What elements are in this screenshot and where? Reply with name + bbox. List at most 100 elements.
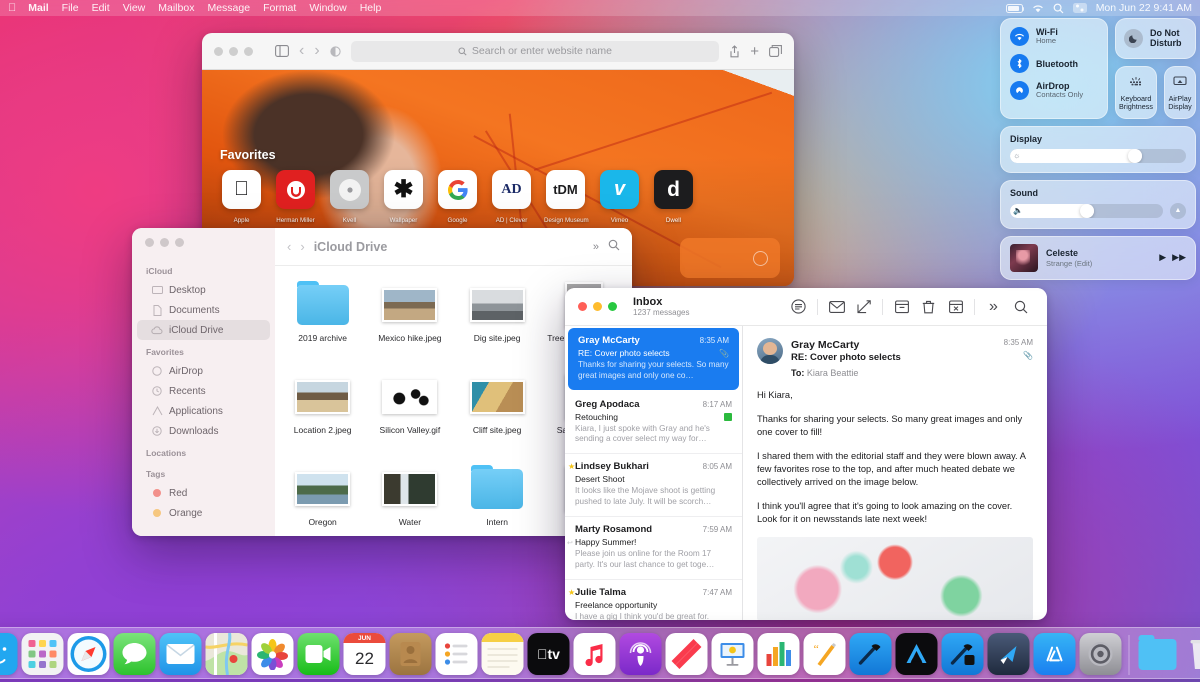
- wifi-toggle[interactable]: Wi-Fi Home: [1010, 27, 1098, 46]
- battery-icon[interactable]: [1005, 3, 1025, 13]
- dock-item-trash[interactable]: [1183, 633, 1200, 675]
- more-icon[interactable]: »: [980, 296, 1007, 318]
- message-list-item[interactable]: ↩ Marty Rosamond 7:59 AM Happy Summer! P…: [565, 517, 742, 580]
- favorite-design-museum[interactable]: tDM Design Museum: [544, 170, 589, 227]
- dock-item-apple-tv[interactable]: tv: [527, 633, 570, 675]
- dock-item-mail[interactable]: [159, 633, 202, 675]
- back-icon[interactable]: ‹: [299, 42, 304, 60]
- safari-address-bar[interactable]: Search or enter website name: [350, 40, 720, 62]
- dock-item-xcode[interactable]: [849, 633, 892, 675]
- file-item[interactable]: Location 2.jpeg: [279, 368, 366, 460]
- reader-icon[interactable]: [330, 45, 341, 57]
- do-not-disturb-toggle[interactable]: Do Not Disturb: [1115, 18, 1196, 59]
- forward-icon[interactable]: ›: [300, 239, 304, 254]
- dock-item-calendar[interactable]: JUN 22: [343, 633, 386, 675]
- file-item[interactable]: Oregon: [279, 460, 366, 536]
- privacy-report-card[interactable]: [680, 238, 780, 278]
- bluetooth-toggle[interactable]: Bluetooth: [1010, 54, 1098, 73]
- sound-output-airplay-icon[interactable]: ▲: [1170, 202, 1186, 219]
- dock-item-app-store[interactable]: [1033, 633, 1076, 675]
- favorite-vimeo[interactable]: v Vimeo: [598, 170, 641, 227]
- menu-item-file[interactable]: File: [62, 2, 79, 14]
- sidebar-item-tag-orange[interactable]: Orange: [137, 503, 270, 523]
- mail-traffic-lights[interactable]: [578, 302, 617, 311]
- dock-item-maps[interactable]: [205, 633, 248, 675]
- menu-item-view[interactable]: View: [123, 2, 146, 14]
- menu-item-format[interactable]: Format: [263, 2, 296, 14]
- archive-icon[interactable]: [888, 296, 915, 318]
- dock-item-news[interactable]: [665, 633, 708, 675]
- sidebar-item-airdrop[interactable]: AirDrop: [137, 361, 270, 381]
- delete-icon[interactable]: [915, 296, 942, 318]
- sidebar-item-documents[interactable]: Documents: [137, 300, 270, 320]
- airplay-display-button[interactable]: AirPlay Display: [1163, 65, 1196, 119]
- dock-item-launchpad[interactable]: [21, 633, 64, 675]
- dock-item-contacts[interactable]: [389, 633, 432, 675]
- dock-item-finder[interactable]: [0, 633, 18, 675]
- dock-item-music[interactable]: [573, 633, 616, 675]
- file-item[interactable]: Dig site.jpeg: [454, 276, 541, 368]
- message-list-item[interactable]: ★ Julie Talma 7:47 AM Freelance opportun…: [565, 580, 742, 620]
- dock-item-testflight[interactable]: [987, 633, 1030, 675]
- dock-item-keynote[interactable]: [711, 633, 754, 675]
- file-item[interactable]: Cliff site.jpeg: [454, 368, 541, 460]
- file-item[interactable]: Silicon Valley.gif: [366, 368, 453, 460]
- dock-item-downloads-folder[interactable]: [1137, 633, 1179, 675]
- menu-item-message[interactable]: Message: [207, 2, 250, 14]
- dock-item-appstore-connect[interactable]: [895, 633, 938, 675]
- apple-logo-icon[interactable]: : [8, 2, 16, 14]
- share-icon[interactable]: [729, 44, 740, 58]
- dock-item-numbers[interactable]: [757, 633, 800, 675]
- finder-window[interactable]: iCloud Desktop Documents iCloud Drive Fa…: [132, 228, 632, 536]
- fast-forward-icon[interactable]: ▶▶: [1172, 252, 1186, 263]
- control-center-icon[interactable]: [1072, 3, 1087, 13]
- display-brightness-slider[interactable]: ☼: [1010, 148, 1186, 163]
- sidebar-item-icloud-drive[interactable]: iCloud Drive: [137, 320, 270, 340]
- paperclip-icon[interactable]: 📎: [1004, 351, 1033, 360]
- keyboard-brightness-button[interactable]: Keyboard Brightness: [1115, 65, 1157, 119]
- search-icon[interactable]: [1007, 296, 1034, 318]
- dock-item-reminders[interactable]: [435, 633, 478, 675]
- menu-bar-clock[interactable]: Mon Jun 22 9:41 AM: [1096, 2, 1192, 14]
- favorite-apple[interactable]:  Apple: [220, 170, 263, 227]
- favorite-wallpaper[interactable]: ✱ Wallpaper: [382, 170, 425, 227]
- dock-item-xcode-beta[interactable]: [941, 633, 984, 675]
- compose-icon[interactable]: [850, 296, 877, 318]
- forward-icon[interactable]: ›: [314, 42, 319, 60]
- new-tab-icon[interactable]: +: [750, 44, 759, 59]
- dock-item-messages[interactable]: [113, 633, 156, 675]
- sound-volume-slider[interactable]: 🔈: [1010, 203, 1163, 218]
- dock-item-pages[interactable]: “: [803, 633, 846, 675]
- search-icon[interactable]: [1053, 3, 1064, 14]
- message-list-item[interactable]: Greg Apodaca 8:17 AM Retouching Kiara, I…: [565, 392, 742, 455]
- menu-item-mailbox[interactable]: Mailbox: [158, 2, 194, 14]
- sidebar-item-tag-red[interactable]: Red: [137, 483, 270, 503]
- sidebar-item-applications[interactable]: Applications: [137, 401, 270, 421]
- file-item[interactable]: Mexico hike.jpeg: [366, 276, 453, 368]
- reader-attachment-image[interactable]: [757, 536, 1033, 620]
- menu-item-help[interactable]: Help: [360, 2, 382, 14]
- sidebar-item-recents[interactable]: Recents: [137, 381, 270, 401]
- dock-item-photos[interactable]: [251, 633, 294, 675]
- safari-traffic-lights[interactable]: [214, 46, 253, 56]
- favorite-herman-miller[interactable]: Herman Miller: [274, 170, 317, 227]
- file-item[interactable]: Water: [366, 460, 453, 536]
- search-icon[interactable]: [608, 239, 620, 254]
- finder-traffic-lights[interactable]: [132, 238, 275, 259]
- dock-item-notes[interactable]: [481, 633, 524, 675]
- dock-item-safari[interactable]: [67, 633, 110, 675]
- mail-window[interactable]: Inbox 1237 messages » Gray McCarty 8:35 …: [565, 288, 1047, 620]
- file-item[interactable]: 2019 archive: [279, 276, 366, 368]
- favorite-ad-clever[interactable]: AD AD | Clever: [490, 170, 533, 227]
- more-icon[interactable]: »: [593, 241, 599, 253]
- junk-icon[interactable]: [942, 296, 969, 318]
- menu-item-edit[interactable]: Edit: [92, 2, 110, 14]
- favorite-dwell[interactable]: d Dwell: [652, 170, 695, 227]
- airdrop-toggle[interactable]: AirDrop Contacts Only: [1010, 81, 1098, 100]
- wifi-icon[interactable]: [1032, 4, 1044, 13]
- file-item[interactable]: Intern: [454, 460, 541, 536]
- tab-overview-icon[interactable]: [769, 45, 782, 57]
- sidebar-item-desktop[interactable]: Desktop: [137, 280, 270, 300]
- sidebar-icon[interactable]: [275, 45, 289, 57]
- dock-item-podcasts[interactable]: [619, 633, 662, 675]
